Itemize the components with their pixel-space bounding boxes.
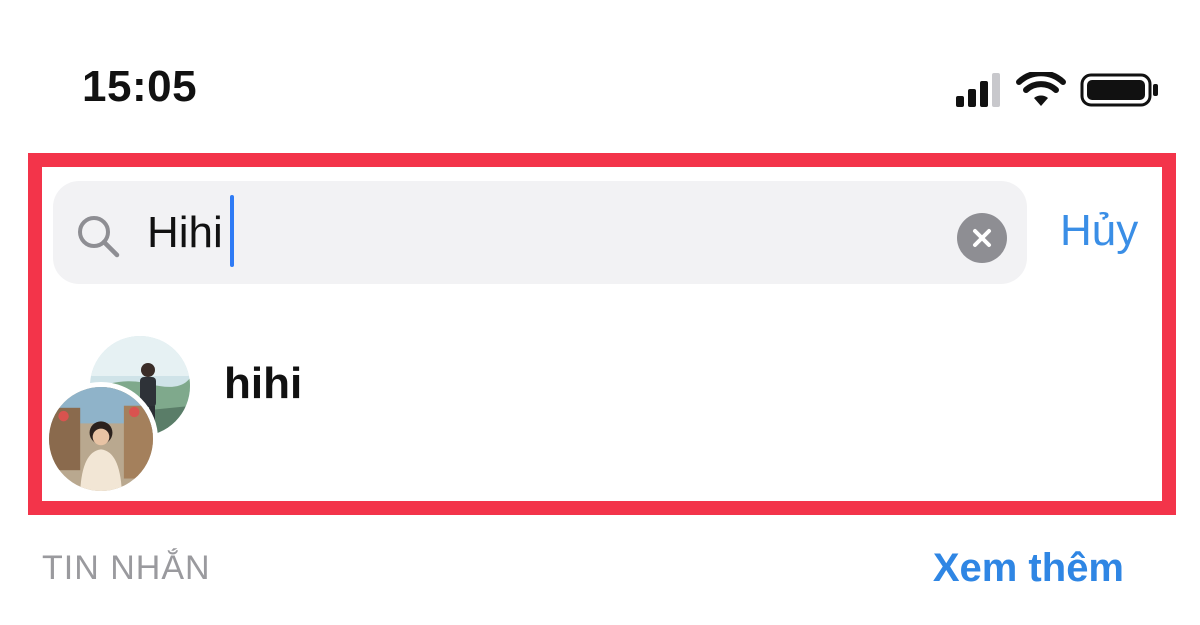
result-item[interactable]: hihi — [42, 310, 1162, 500]
text-cursor — [230, 195, 234, 267]
cancel-button[interactable]: Hủy — [1060, 205, 1138, 257]
battery-icon — [1080, 73, 1158, 107]
clear-icon — [973, 229, 991, 247]
search-icon — [78, 216, 120, 258]
section-title: TIN NHẮN — [42, 549, 211, 587]
search-field[interactable]: Hihi — [53, 181, 1027, 284]
wifi-icon — [1016, 72, 1066, 106]
clear-search-button[interactable] — [957, 213, 1007, 263]
person-photo — [49, 387, 153, 491]
status-time: 15:05 — [82, 62, 198, 111]
result-name: hihi — [224, 359, 303, 408]
see-more-button[interactable]: Xem thêm — [933, 544, 1124, 592]
avatar — [44, 382, 158, 496]
search-input[interactable]: Hihi — [147, 207, 223, 259]
signal-icon — [956, 73, 1000, 107]
search-screen: 15:05 Hihi Hủy hihi TIN NHẮN Xem thêm — [0, 0, 1200, 625]
status-icons — [956, 70, 1160, 110]
